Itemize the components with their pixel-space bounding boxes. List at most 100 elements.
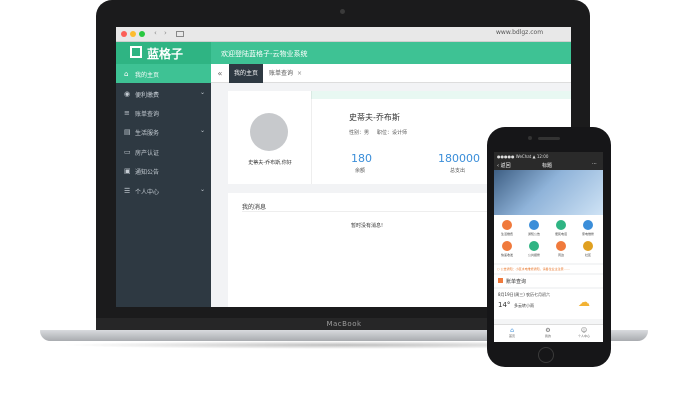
grid-label: 周边 [557, 253, 564, 257]
browser-back-icon[interactable]: ‹ [154, 29, 157, 37]
close-window-icon[interactable] [121, 31, 127, 37]
phone-nav-bar: ‹ 返回 标题 ⋯ [494, 160, 603, 170]
weather-date: 8月19日(周三) 农历七月初六 [498, 292, 551, 297]
phone-back-button[interactable]: ‹ 返回 [497, 162, 511, 169]
logo-icon [130, 46, 142, 58]
grid-icon-0[interactable] [502, 220, 512, 230]
phone-tab-label: 个人中心 [577, 334, 590, 338]
balance-value: 180 [351, 152, 372, 165]
maximize-window-icon[interactable] [139, 31, 145, 37]
phone-tab-mine[interactable]: ⚙ 我的 [530, 327, 566, 338]
bill-icon [498, 278, 503, 283]
grid-label: 快递收发 [500, 253, 513, 257]
phone-notice[interactable]: ○ 公告通知：小区水电维修通知，请各位业主注意…… [494, 265, 603, 273]
sidebar-item-services[interactable]: ▤ 生活服务 ⌄ [116, 122, 211, 141]
minimize-window-icon[interactable] [130, 31, 136, 37]
phone-home-button[interactable] [538, 347, 554, 363]
sidebar-item-label: 个人中心 [135, 189, 160, 196]
sidebar-item-label: 我的主页 [135, 72, 160, 79]
user-name: 史蒂夫-乔布斯 [349, 113, 400, 122]
sidebar-item-bills[interactable]: ≡ 账单查询 [116, 103, 211, 122]
sidebar-item-property[interactable]: ▭ 房产认证 [116, 142, 211, 161]
spending-value: 180000 [438, 152, 480, 165]
weather-desc: 多云转小雨 [514, 303, 534, 308]
gear-icon: ⚙ [545, 327, 551, 334]
avatar-greeting: 史蒂夫-乔布斯,你好 [248, 160, 292, 166]
logo-text: 蓝格子 [147, 47, 184, 61]
phone-notice-text: ○ 公告通知：小区水电维修通知，请各位业主注意…… [497, 267, 570, 271]
weather-temp: 14° [498, 301, 511, 309]
weather-icon: ☁ [578, 295, 590, 309]
phone-title: 标题 [542, 163, 553, 169]
spending-label: 总支出 [450, 168, 466, 174]
phone-service-grid: 生活缴费 通知公告 便民电话 家电维修 快递收发 公共报修 周边 社区 [494, 215, 603, 263]
phone-tab-label: 首页 [508, 334, 515, 338]
notice-icon: ▣ [124, 167, 131, 175]
phone-tab-profile[interactable]: ☺ 个人中心 [566, 327, 602, 338]
avatar [250, 113, 288, 151]
phone-screen: ●●●●● WeChat ▲ 12:00 ‹ 返回 标题 ⋯ 生活缴费 通知公告… [494, 152, 603, 342]
sidebar-toggle-icon[interactable] [176, 31, 184, 37]
sidebar-item-label: 生活服务 [135, 130, 160, 137]
address-bar[interactable]: www.bdlgz.com [496, 29, 543, 36]
phone-camera [528, 136, 532, 140]
sidebar-item-label: 便利缴费 [135, 92, 160, 99]
payment-icon: ◉ [124, 90, 131, 98]
grid-icon-7[interactable] [583, 241, 593, 251]
grid-icon-6[interactable] [556, 241, 566, 251]
grid-icon-4[interactable] [502, 241, 512, 251]
grid-label: 便民电话 [554, 232, 567, 236]
home-icon: ⌂ [124, 70, 129, 78]
service-icon: ▤ [124, 128, 131, 136]
profile-accent-strip [311, 91, 571, 99]
close-tab-icon[interactable]: × [297, 70, 302, 77]
phone-tab-home[interactable]: ⌂ 首页 [494, 327, 530, 338]
sidebar-item-label: 通知公告 [135, 169, 160, 176]
browser-forward-icon[interactable]: › [164, 29, 167, 37]
tab-scroll-left-icon[interactable]: « [211, 64, 229, 83]
profile-divider [311, 91, 312, 184]
user-meta: 性别：男 职位：设计师 [349, 130, 407, 136]
grid-icon-3[interactable] [583, 220, 593, 230]
sidebar-item-payment[interactable]: ◉ 便利缴费 ⌄ [116, 84, 211, 103]
chevron-down-icon: ⌄ [200, 186, 206, 193]
phone-tab-label: 我的 [544, 334, 551, 338]
phone-bill-row[interactable]: 账单查询 [494, 275, 603, 287]
grid-icon-2[interactable] [556, 220, 566, 230]
grid-label: 生活缴费 [500, 232, 513, 236]
house-icon: ▭ [124, 148, 131, 156]
phone-status-text: ●●●●● WeChat ▲ 12:00 [497, 154, 549, 159]
messages-empty: 暂时没有消息! [351, 223, 384, 229]
balance-label: 余额 [355, 168, 366, 174]
laptop-brand: MacBook [326, 320, 362, 328]
phone-tab-bar: ⌂ 首页 ⚙ 我的 ☺ 个人中心 [494, 324, 603, 342]
sidebar-item-notices[interactable]: ▣ 通知公告 [116, 161, 211, 180]
grid-icon-1[interactable] [529, 220, 539, 230]
sidebar-item-label: 房产认证 [135, 150, 160, 157]
sidebar-item-home[interactable]: ⌂ 我的主页 [116, 64, 211, 83]
user-icon: ☺ [580, 327, 588, 334]
chevron-down-icon: ⌄ [200, 89, 206, 96]
welcome-text: 欢迎登陆蓝格子-云物业系统 [221, 50, 308, 58]
phone-weather: 8月19日(周三) 农历七月初六 14° 多云转小雨 ☁ [494, 289, 603, 319]
phone-speaker [538, 137, 560, 140]
grid-label: 社区 [584, 253, 591, 257]
chevron-down-icon: ⌄ [200, 127, 206, 134]
bill-icon: ≡ [124, 109, 130, 117]
tab-home[interactable]: 我的主页 [229, 64, 263, 83]
grid-label: 家电维修 [581, 232, 594, 236]
grid-label: 公共报修 [527, 253, 540, 257]
tab-bills[interactable]: 账单查询 × [269, 64, 302, 83]
phone-bill-label: 账单查询 [506, 279, 527, 285]
user-icon: ☰ [124, 187, 131, 195]
sidebar-item-profile[interactable]: ☰ 个人中心 ⌄ [116, 181, 211, 200]
home-icon: ⌂ [510, 327, 514, 334]
phone-banner[interactable] [494, 170, 603, 215]
grid-icon-5[interactable] [529, 241, 539, 251]
phone-more-icon[interactable]: ⋯ [592, 161, 597, 167]
sidebar-item-label: 账单查询 [135, 111, 160, 118]
phone-status-bar: ●●●●● WeChat ▲ 12:00 [494, 152, 603, 160]
tab-label: 账单查询 [269, 70, 294, 77]
laptop-camera [340, 9, 345, 14]
messages-title: 我的消息 [242, 204, 267, 211]
